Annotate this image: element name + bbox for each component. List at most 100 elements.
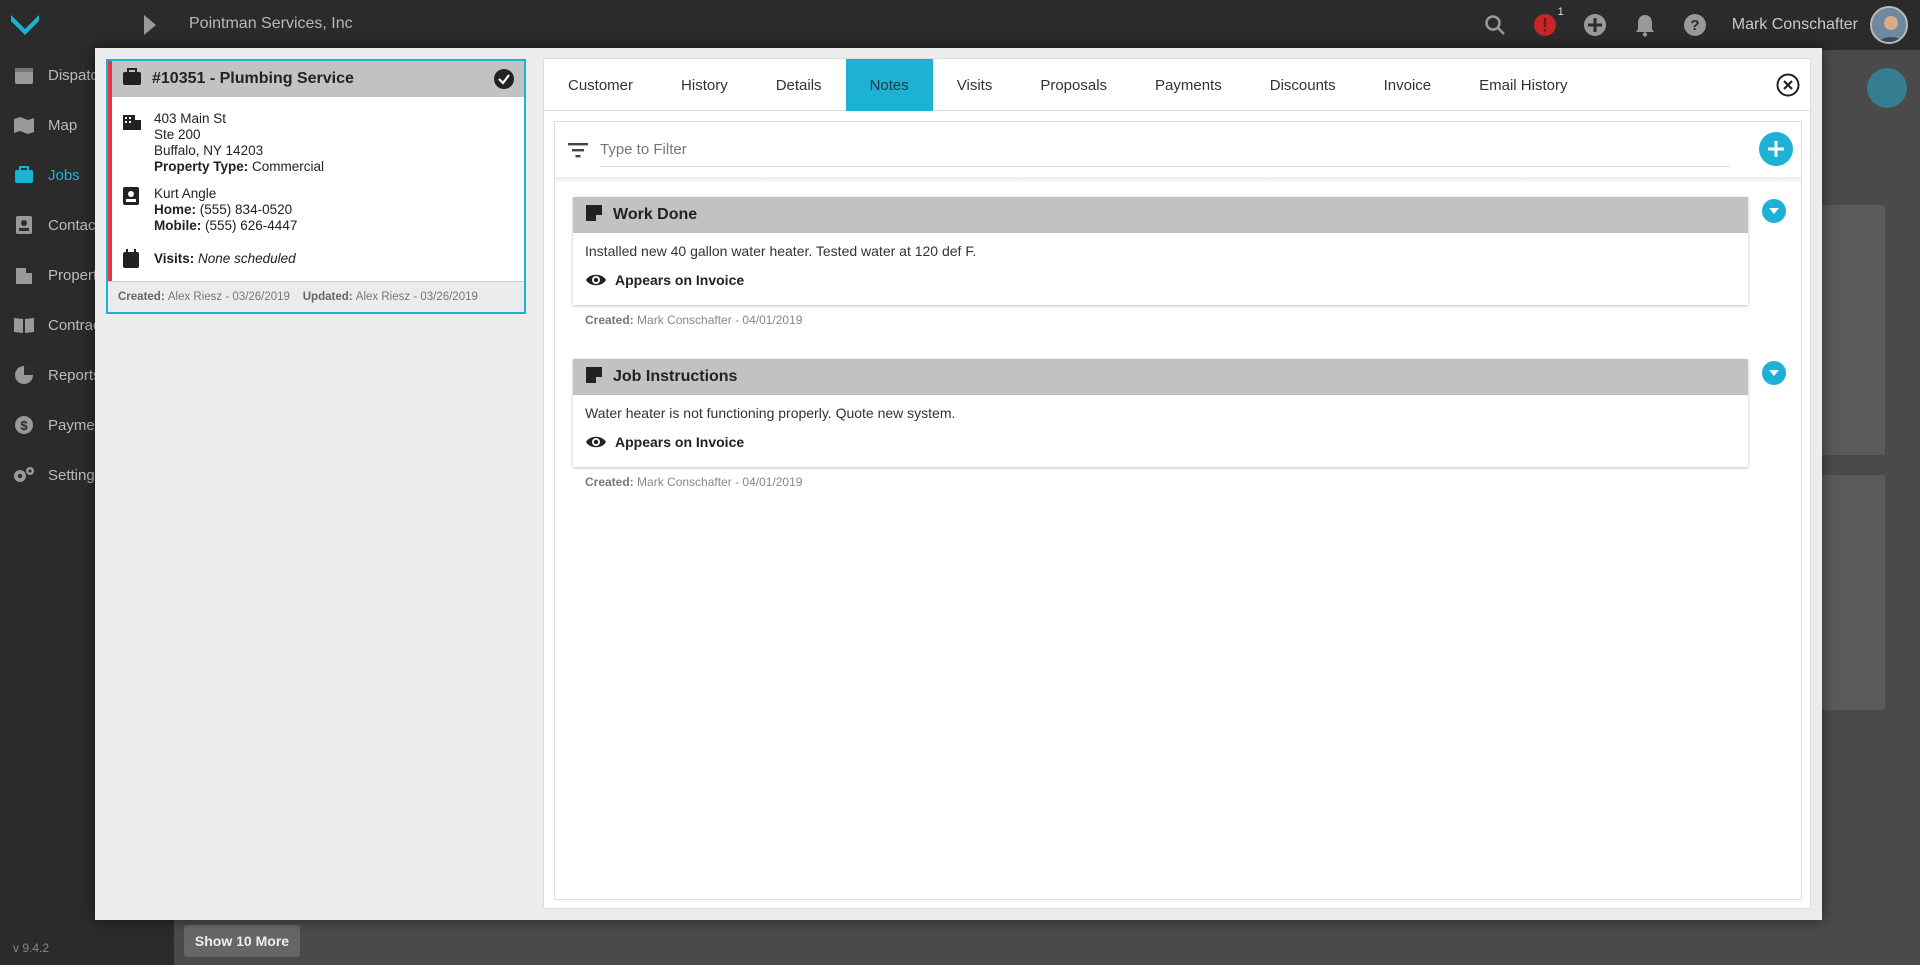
tab-customer[interactable]: Customer [544, 59, 657, 111]
property-type-label: Property Type: [154, 159, 249, 174]
note-created: Created: Mark Conschafter - 04/01/2019 [585, 313, 802, 327]
user-name[interactable]: Mark Conschafter [1732, 16, 1858, 34]
note-created-label: Created: [585, 475, 634, 489]
eye-icon [585, 431, 607, 453]
visits-value: None scheduled [198, 251, 296, 266]
note-text: Water heater is not functioning properly… [585, 405, 956, 421]
sidebar-item-label: Map [48, 116, 78, 134]
company-name: Pointman Services, Inc [189, 15, 353, 32]
filter-icon[interactable] [567, 139, 589, 161]
map-icon [12, 113, 36, 137]
home-phone-value[interactable]: (555) 834-0520 [200, 202, 292, 217]
svg-text:$: $ [20, 418, 28, 433]
briefcase-icon [12, 163, 36, 187]
eye-icon [585, 269, 607, 291]
property-type-value: Commercial [252, 159, 325, 174]
mobile-label: Mobile: [154, 218, 202, 233]
job-header: #10351 - Plumbing Service [112, 61, 524, 97]
top-bar: Pointman Services, Inc 1 ? Mark Conschaf… [0, 0, 1920, 50]
tab-details[interactable]: Details [752, 59, 846, 111]
tab-proposals[interactable]: Proposals [1016, 59, 1131, 111]
job-footer: Created: Alex Riesz - 03/26/2019 Updated… [108, 281, 524, 312]
top-icons: 1 ? Mark Conschafter [1482, 0, 1920, 50]
note-header: Job Instructions [573, 359, 1748, 395]
sidebar-item-label: Reports [48, 366, 101, 384]
show-more-button[interactable]: Show 10 More [184, 925, 300, 957]
bell-icon[interactable] [1632, 12, 1658, 38]
calendar-icon [12, 63, 36, 87]
note-body: Water heater is not functioning properly… [573, 395, 1748, 467]
note-header: Work Done [573, 197, 1748, 233]
contact-name[interactable]: Kurt Angle [154, 186, 297, 202]
job-card[interactable]: #10351 - Plumbing Service 403 Main St St… [106, 59, 526, 314]
job-address-row: 403 Main St Ste 200 Buffalo, NY 14203 Pr… [122, 111, 324, 175]
created-label: Created: [118, 291, 165, 303]
mobile-phone-value[interactable]: (555) 626-4447 [205, 218, 297, 233]
building-icon [12, 263, 36, 287]
tab-invoice[interactable]: Invoice [1360, 59, 1456, 111]
chevron-down-icon[interactable] [1762, 361, 1786, 385]
dollar-icon: $ [12, 413, 36, 437]
tab-notes[interactable]: Notes [845, 59, 933, 111]
note-visibility: Appears on Invoice [585, 269, 1736, 291]
tab-visits[interactable]: Visits [933, 59, 1017, 111]
check-circle-icon[interactable] [494, 69, 514, 89]
note-visibility: Appears on Invoice [585, 431, 1736, 453]
book-icon [12, 313, 36, 337]
search-icon[interactable] [1482, 12, 1508, 38]
filter-row [555, 122, 1801, 177]
home-label: Home: [154, 202, 197, 217]
help-icon[interactable]: ? [1682, 12, 1708, 38]
note-icon [585, 204, 603, 227]
property-type: Property Type: Commercial [154, 159, 324, 175]
calendar-icon [122, 249, 142, 269]
address-line-2: Ste 200 [154, 127, 201, 142]
tab-history[interactable]: History [657, 59, 752, 111]
note-created-label: Created: [585, 313, 634, 327]
note-icon [585, 366, 603, 389]
briefcase-icon [122, 67, 142, 91]
mobile-phone: Mobile: (555) 626-4447 [154, 218, 297, 234]
divider [555, 177, 1801, 183]
filter-input[interactable] [600, 132, 1730, 167]
chevron-down-icon[interactable] [1762, 199, 1786, 223]
close-icon[interactable] [1776, 73, 1800, 97]
note-visibility-label: Appears on Invoice [615, 272, 745, 288]
app-logo-icon[interactable] [0, 0, 50, 50]
home-phone: Home: (555) 834-0520 [154, 202, 297, 218]
alert-count: 1 [1557, 6, 1564, 18]
app-version: v 9.4.2 [13, 941, 50, 955]
address-line-1: 403 Main St [154, 111, 227, 126]
building-icon [122, 111, 142, 131]
created-value: Alex Riesz - 03/26/2019 [167, 291, 290, 303]
tab-bar: Customer History Details Notes Visits Pr… [544, 59, 1810, 111]
expand-sidebar-icon[interactable] [140, 13, 160, 37]
contact-icon [122, 186, 142, 206]
visits-label: Visits: [154, 251, 195, 266]
add-note-button[interactable] [1759, 132, 1793, 166]
background-add-button [1867, 68, 1907, 108]
avatar[interactable] [1870, 6, 1908, 44]
tab-email-history[interactable]: Email History [1455, 59, 1591, 111]
tab-payments[interactable]: Payments [1131, 59, 1246, 111]
note-text: Installed new 40 gallon water heater. Te… [585, 243, 977, 259]
job-contact-row: Kurt Angle Home: (555) 834-0520 Mobile: … [122, 186, 297, 234]
note-title: Job Instructions [613, 368, 738, 385]
sidebar-item-label: Jobs [48, 166, 80, 184]
note-card: Work Done Installed new 40 gallon water … [573, 197, 1748, 305]
add-circle-icon[interactable] [1582, 12, 1608, 38]
job-detail-panel: Customer History Details Notes Visits Pr… [543, 58, 1811, 909]
note-title: Work Done [613, 206, 698, 223]
note-created: Created: Mark Conschafter - 04/01/2019 [585, 475, 802, 489]
updated-label: Updated: [302, 291, 353, 303]
tab-discounts[interactable]: Discounts [1246, 59, 1360, 111]
alert-icon[interactable]: 1 [1532, 6, 1564, 38]
job-modal: #10351 - Plumbing Service 403 Main St St… [95, 48, 1822, 920]
note-created-value: Mark Conschafter - 04/01/2019 [637, 313, 803, 327]
job-visits-row: Visits: None scheduled [122, 249, 296, 269]
svg-text:?: ? [1690, 17, 1699, 34]
note-card: Job Instructions Water heater is not fun… [573, 359, 1748, 467]
note-body: Installed new 40 gallon water heater. Te… [573, 233, 1748, 305]
updated-value: Alex Riesz - 03/26/2019 [355, 291, 478, 303]
note-created-value: Mark Conschafter - 04/01/2019 [637, 475, 803, 489]
